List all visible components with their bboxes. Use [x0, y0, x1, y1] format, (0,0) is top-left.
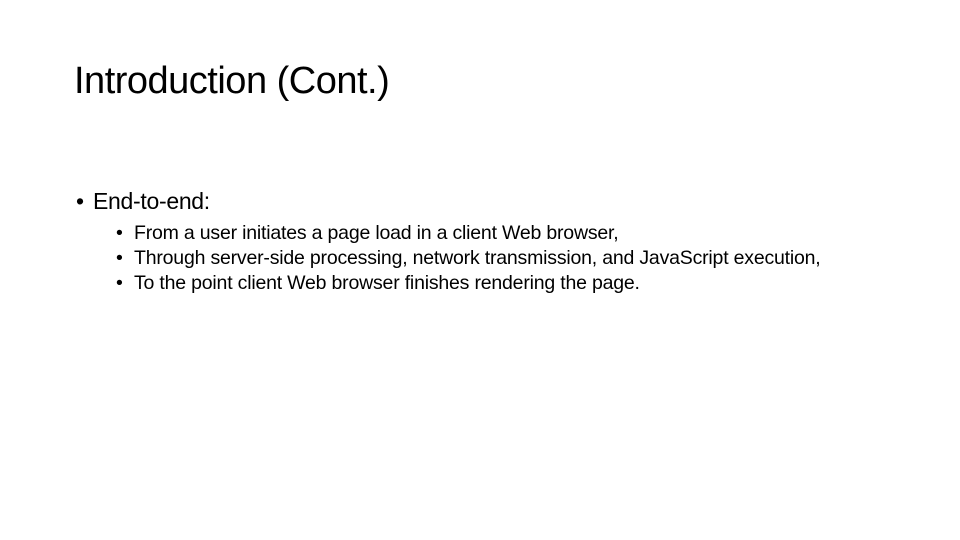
slide-body: • End-to-end: • From a user initiates a …	[74, 185, 894, 296]
bullet-icon: •	[116, 247, 123, 269]
slide-title: Introduction (Cont.)	[74, 60, 390, 102]
bullet-text: End-to-end:	[93, 188, 210, 214]
slide: Introduction (Cont.) • End-to-end: • Fro…	[0, 0, 960, 540]
sub-bullet-item: • To the point client Web browser finish…	[116, 271, 894, 296]
sub-bullet-list: • From a user initiates a page load in a…	[116, 221, 894, 296]
bullet-icon: •	[116, 222, 123, 244]
sub-bullet-item: • Through server-side processing, networ…	[116, 246, 894, 271]
sub-bullet-text: To the point client Web browser finishes…	[134, 272, 640, 294]
sub-bullet-text: From a user initiates a page load in a c…	[134, 222, 619, 244]
bullet-icon: •	[116, 272, 123, 294]
sub-bullet-text: Through server-side processing, network …	[134, 247, 821, 269]
sub-bullet-item: • From a user initiates a page load in a…	[116, 221, 894, 246]
bullet-icon: •	[76, 188, 84, 214]
bullet-item: • End-to-end:	[74, 185, 894, 217]
